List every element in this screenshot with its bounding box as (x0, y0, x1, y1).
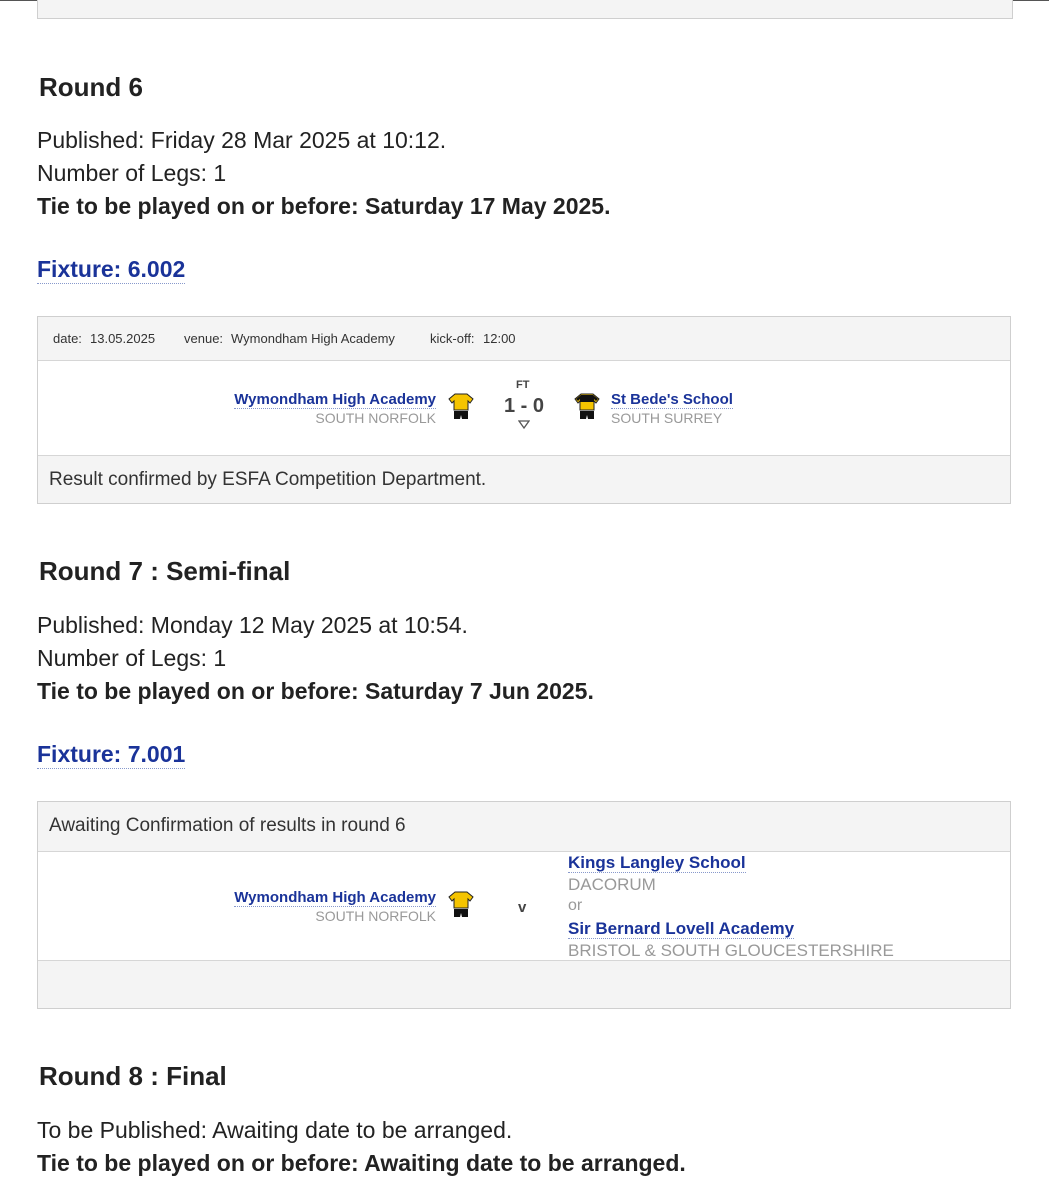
result-status: Result confirmed by ESFA Competition Dep… (49, 469, 487, 490)
away-team-option-area: DACORUM (568, 875, 656, 894)
date-value: 13.05.2025 (90, 331, 156, 346)
match-score: 1 - 0 (504, 395, 545, 417)
fixture-footer: Result confirmed by ESFA Competition Dep… (38, 455, 1010, 503)
home-team-area: SOUTH NORFOLK (315, 908, 436, 924)
fixture-card: Awaiting Confirmation of results in roun… (37, 801, 1011, 1009)
football-kit-icon (448, 891, 474, 917)
football-kit-icon (448, 393, 474, 419)
versus-label: v (518, 899, 527, 916)
home-team-area: SOUTH NORFOLK (315, 410, 436, 426)
round-title: Round 8 : Final (39, 1061, 227, 1091)
round-title: Round 6 (39, 72, 143, 102)
away-team-link[interactable]: St Bede's School (611, 391, 733, 409)
fixture-card: date: 13.05.2025 venue: Wymondham High A… (37, 316, 1011, 504)
fixture-link[interactable]: Fixture: 7.001 (37, 741, 186, 769)
venue-value: Wymondham High Academy (231, 331, 395, 346)
or-separator: or (568, 897, 583, 914)
deadline-info: Tie to be played on or before: Awaiting … (37, 1150, 686, 1176)
kickoff-value: 12:00 (483, 331, 516, 346)
published-info: Published: Monday 12 May 2025 at 10:54. (37, 612, 468, 638)
legs-info: Number of Legs: 1 (37, 160, 227, 186)
legs-info: Number of Legs: 1 (37, 645, 227, 671)
fixture-status-bar: Awaiting Confirmation of results in roun… (38, 802, 1010, 852)
away-team-area: SOUTH SURREY (611, 410, 723, 426)
venue-label: venue: (184, 331, 224, 346)
published-info: Published: Friday 28 Mar 2025 at 10:12. (37, 127, 447, 153)
away-team-option-link[interactable]: Sir Bernard Lovell Academy (568, 919, 795, 939)
football-kit-icon (574, 393, 600, 419)
away-team-option-link[interactable]: Kings Langley School (568, 853, 746, 873)
deadline-info: Tie to be played on or before: Saturday … (37, 193, 611, 219)
deadline-info: Tie to be played on or before: Saturday … (37, 678, 594, 704)
date-label: date: (53, 331, 82, 346)
home-team-link[interactable]: Wymondham High Academy (234, 391, 436, 409)
fixture-meta-bar: date: 13.05.2025 venue: Wymondham High A… (38, 317, 1010, 361)
home-team-link[interactable]: Wymondham High Academy (234, 889, 436, 907)
away-team-option-area: BRISTOL & SOUTH GLOUCESTERSHIRE (568, 941, 894, 960)
awaiting-confirmation-text: Awaiting Confirmation of results in roun… (49, 815, 406, 836)
fixture-link[interactable]: Fixture: 6.002 (37, 256, 186, 284)
match-status: FT (516, 379, 530, 391)
published-info: To be Published: Awaiting date to be arr… (37, 1117, 513, 1143)
previous-fixture-box (37, 0, 1013, 19)
round-title: Round 7 : Semi-final (39, 556, 291, 586)
kickoff-label: kick-off: (430, 331, 475, 346)
expand-triangle-icon[interactable] (518, 420, 530, 430)
fixture-footer (38, 960, 1010, 1008)
